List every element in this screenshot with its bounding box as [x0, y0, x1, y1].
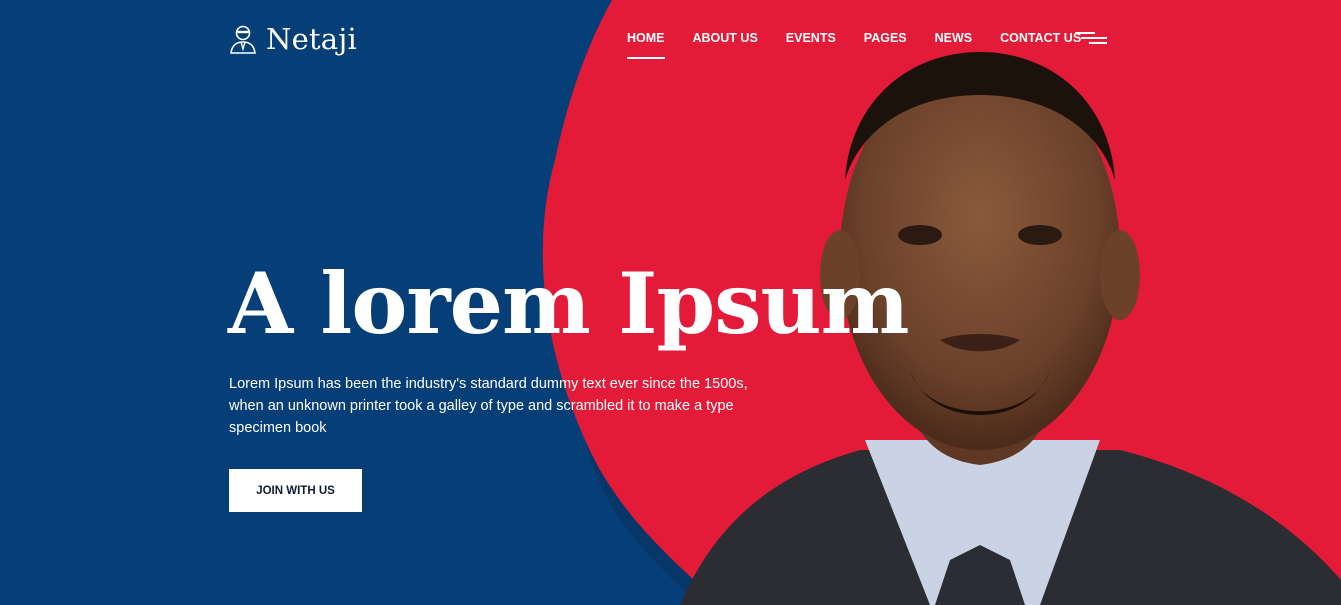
join-with-us-button[interactable]: JOIN WITH US — [229, 469, 362, 512]
nav-item-events[interactable]: EVENTS — [786, 31, 836, 53]
hamburger-menu-icon[interactable] — [1075, 32, 1107, 46]
nav-item-about-us[interactable]: ABOUT US — [693, 31, 758, 53]
brand-name: Netaji — [266, 22, 357, 56]
nav-item-contact-us[interactable]: CONTACT US — [1000, 31, 1081, 53]
hero-title: A lorem Ipsum — [228, 254, 909, 353]
nav-item-news[interactable]: NEWS — [935, 31, 973, 53]
leader-avatar-icon — [230, 25, 256, 54]
hero-description: Lorem Ipsum has been the industry's stan… — [229, 376, 748, 436]
brand-logo[interactable]: Netaji — [228, 22, 357, 56]
nav-item-home[interactable]: HOME — [627, 31, 665, 59]
nav-item-pages[interactable]: PAGES — [864, 31, 907, 53]
hero-section: Netaji HOME ABOUT US EVENTS PAGES NEWS C… — [0, 0, 1341, 605]
main-navigation: HOME ABOUT US EVENTS PAGES NEWS CONTACT … — [627, 31, 1109, 59]
